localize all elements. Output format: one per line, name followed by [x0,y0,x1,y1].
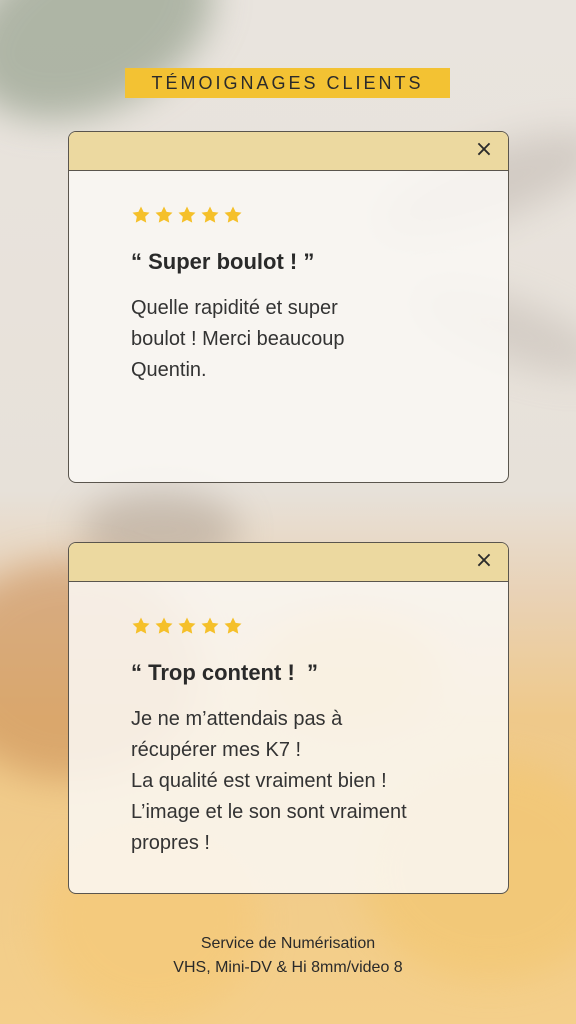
star-rating [131,205,446,229]
review-card: × “ Super boulot ! ” Quelle rapidité et … [68,131,509,483]
close-icon[interactable]: × [474,550,494,572]
review-card: × “ Trop content ! ” Je ne m’attendais p… [68,542,509,894]
review-text: Quelle rapidité et super boulot ! Merci … [131,293,446,386]
footer-line: Service de Numérisation [200,935,376,952]
review-text: Je ne m’attendais pas à récupérer mes K7… [131,704,446,859]
review-line: propres ! [131,832,210,854]
star-icon [200,205,220,225]
review-line: Quelle rapidité et super [131,297,338,319]
star-icon [154,616,174,636]
star-icon [154,205,174,225]
footer-line: VHS, Mini-DV & Hi 8mm/video 8 [173,959,403,976]
close-icon[interactable]: × [474,139,494,161]
review-title: “ Trop content ! ” [131,660,318,685]
footer: Service de Numérisation VHS, Mini-DV & H… [0,932,576,980]
review-line: Quentin. [131,359,207,381]
review-line: boulot ! Merci beaucoup [131,328,345,350]
review-line: récupérer mes K7 ! [131,739,302,761]
review-line: La qualité est vraiment bien ! [131,770,387,792]
star-icon [177,205,197,225]
review-line: Je ne m’attendais pas à [131,708,343,730]
card-title-bar: × [69,543,508,582]
star-rating [131,616,446,640]
star-icon [223,616,243,636]
review-title: “ Super boulot ! ” [131,249,315,274]
card-body: “ Trop content ! ” Je ne m’attendais pas… [69,582,508,859]
review-line: L’image et le son sont vraiment [131,801,407,823]
star-icon [131,616,151,636]
star-icon [223,205,243,225]
star-icon [131,205,151,225]
star-icon [177,616,197,636]
star-icon [200,616,220,636]
card-title-bar: × [69,132,508,171]
page-title: TÉMOIGNAGES CLIENTS [125,68,450,98]
card-body: “ Super boulot ! ” Quelle rapidité et su… [69,171,508,386]
